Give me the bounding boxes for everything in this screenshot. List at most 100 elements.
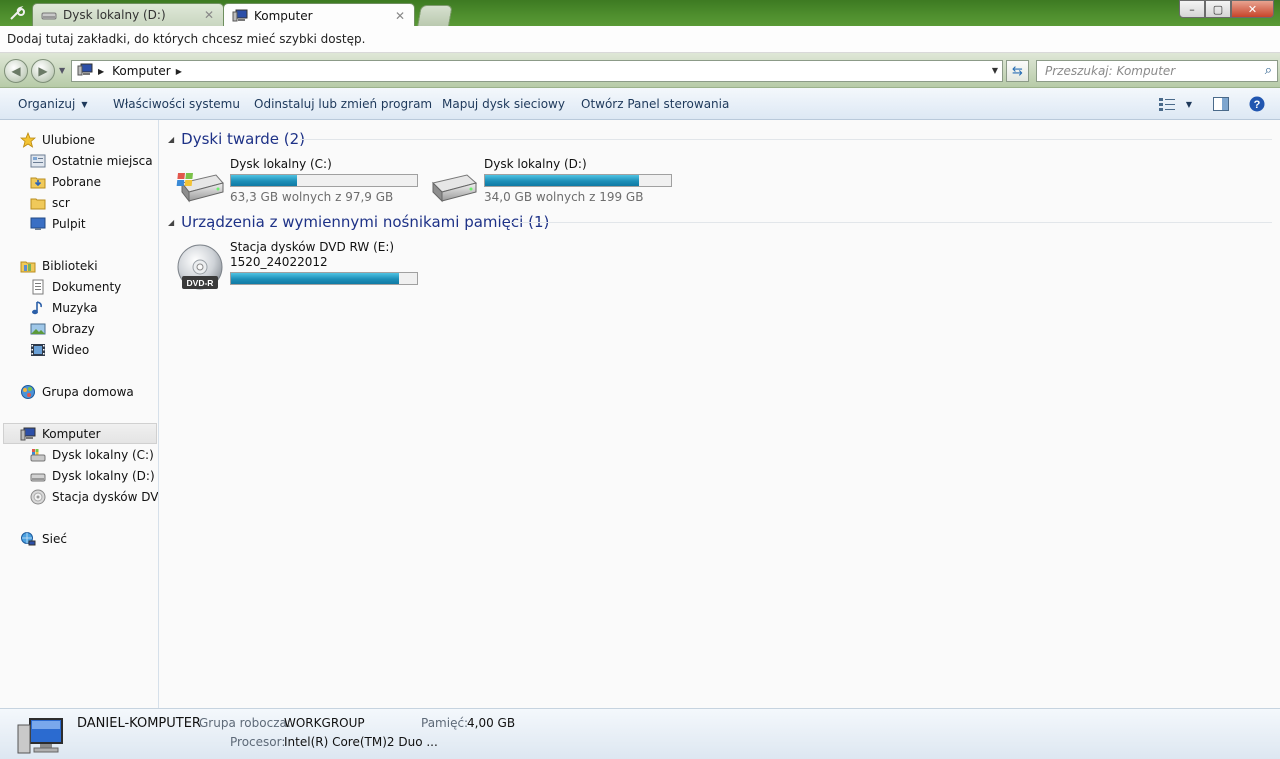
breadcrumb-arrow-icon[interactable]: ▶ xyxy=(98,67,104,76)
wrench-icon[interactable] xyxy=(4,2,30,24)
sidebar-item-label: Biblioteki xyxy=(42,258,98,273)
close-button[interactable]: ✕ xyxy=(1231,0,1274,18)
sidebar-item-label: Pulpit xyxy=(52,216,86,231)
drive-icon xyxy=(30,468,46,484)
sidebar-item-computer[interactable]: Komputer xyxy=(3,423,157,444)
drive-item-dvd[interactable]: DVD-R Stacja dysków DVD RW (E:) 1520_240… xyxy=(176,240,426,300)
back-button[interactable]: ◀ xyxy=(4,59,28,83)
collapse-icon[interactable]: ◢ xyxy=(168,218,174,227)
forward-button[interactable]: ▶ xyxy=(31,59,55,83)
drive-icon xyxy=(430,161,478,207)
sidebar-item-music[interactable]: Muzyka xyxy=(30,297,97,318)
view-options-chevron-icon[interactable]: ▼ xyxy=(1180,96,1198,112)
sidebar-item-label: Grupa domowa xyxy=(42,384,134,399)
tab-disk-d[interactable]: Dysk lokalny (D:) ✕ xyxy=(32,3,224,26)
details-pane: DANIEL-KOMPUTER Grupa robocza: WORKGROUP… xyxy=(0,708,1280,759)
group-header-hard-drives[interactable]: ◢ Dyski twarde (2) xyxy=(168,130,305,148)
drive-usage-bar xyxy=(230,272,418,285)
system-drive-icon xyxy=(176,161,224,207)
uninstall-program-button[interactable]: Odinstaluj lub zmień program xyxy=(254,97,432,111)
sidebar-item-homegroup[interactable]: Grupa domowa xyxy=(20,381,134,402)
sidebar-item-desktop[interactable]: Pulpit xyxy=(30,213,86,234)
drive-free-space: 63,3 GB wolnych z 97,9 GB xyxy=(230,190,394,204)
libraries-icon xyxy=(20,258,36,274)
sidebar-item-label: Pobrane xyxy=(52,174,102,189)
sidebar-item-network[interactable]: Sieć xyxy=(20,528,67,549)
breadcrumb-arrow-icon[interactable]: ▶ xyxy=(176,67,182,76)
sidebar-item-libraries[interactable]: Biblioteki xyxy=(20,255,98,276)
sidebar-item-label: Ulubione xyxy=(42,132,96,147)
sidebar-item-documents[interactable]: Dokumenty xyxy=(30,276,121,297)
search-placeholder: Przeszukaj: Komputer xyxy=(1045,64,1176,78)
sidebar-item-scr[interactable]: scr xyxy=(30,192,70,213)
dvd-disc-icon: DVD-R xyxy=(176,244,224,290)
sidebar-item-label: Dysk lokalny (C:) xyxy=(52,447,154,462)
new-tab-button[interactable] xyxy=(417,5,453,26)
sidebar-item-label: Stacja dysków DVD RW (E:) xyxy=(52,489,158,504)
sidebar-item-videos[interactable]: Wideo xyxy=(30,339,89,360)
sidebar-item-disk-d[interactable]: Dysk lokalny (D:) xyxy=(30,465,155,486)
group-title: Urządzenia z wymiennymi nośnikami pamięc… xyxy=(181,213,550,231)
history-dropdown-icon[interactable]: ▼ xyxy=(59,66,65,75)
refresh-button[interactable]: ⇆ xyxy=(1006,60,1029,82)
sidebar-item-dvd-drive[interactable]: Stacja dysków DVD RW (E:) xyxy=(30,486,158,507)
drive-usage-fill xyxy=(231,273,400,284)
sidebar-item-downloads[interactable]: Pobrane xyxy=(30,171,101,192)
drive-usage-fill xyxy=(231,175,297,186)
sidebar-item-label: Sieć xyxy=(42,531,67,546)
tab-komputer[interactable]: Komputer ✕ xyxy=(223,3,415,27)
navigation-bar: ◀ ▶ ▼ ▶ Komputer ▶ ▼ ⇆ Przeszukaj: Kompu… xyxy=(0,53,1280,88)
drive-item-c[interactable]: Dysk lokalny (C:) 63,3 GB wolnych z 97,9… xyxy=(176,157,426,217)
drive-name: Stacja dysków DVD RW (E:) xyxy=(230,240,395,254)
open-control-panel-button[interactable]: Otwórz Panel sterowania xyxy=(581,97,729,111)
homegroup-icon xyxy=(20,384,36,400)
maximize-button[interactable]: ▢ xyxy=(1205,0,1231,18)
sidebar-item-pictures[interactable]: Obrazy xyxy=(30,318,95,339)
system-drive-icon xyxy=(30,447,46,463)
svg-text:?: ? xyxy=(1254,99,1261,111)
command-bar: Organizuj ▼ Właściwości systemu Odinstalu… xyxy=(0,88,1280,120)
computer-icon xyxy=(16,715,64,755)
minimize-button[interactable]: – xyxy=(1179,0,1205,18)
drive-free-space: 34,0 GB wolnych z 199 GB xyxy=(484,190,644,204)
bookmarks-bar: Dodaj tutaj zakładki, do których chcesz … xyxy=(0,26,1280,53)
computer-icon xyxy=(232,9,248,23)
system-properties-button[interactable]: Właściwości systemu xyxy=(113,97,240,111)
close-tab-icon[interactable]: ✕ xyxy=(394,9,406,23)
group-divider xyxy=(300,139,1272,140)
sidebar-item-recent-places[interactable]: Ostatnie miejsca xyxy=(30,150,153,171)
recent-places-icon xyxy=(30,153,46,169)
sidebar-item-label: scr xyxy=(52,195,70,210)
cpu-value: Intel(R) Core(TM)2 Duo ... xyxy=(284,735,438,749)
group-divider xyxy=(512,222,1272,223)
drive-usage-bar xyxy=(484,174,672,187)
pictures-icon xyxy=(30,321,46,337)
address-field[interactable]: ▶ Komputer ▶ ▼ xyxy=(71,60,1003,82)
navigation-pane: Ulubione Ostatnie miejsca Pobrane scr Pu… xyxy=(0,120,159,708)
collapse-icon[interactable]: ◢ xyxy=(168,135,174,144)
map-network-drive-button[interactable]: Mapuj dysk sieciowy xyxy=(442,97,565,111)
help-icon[interactable]: ? xyxy=(1248,96,1266,112)
sidebar-item-label: Dysk lokalny (D:) xyxy=(52,468,155,483)
breadcrumb-komputer[interactable]: Komputer xyxy=(112,64,171,78)
music-icon xyxy=(30,300,46,316)
search-icon[interactable]: ⌕ xyxy=(1265,63,1272,78)
folder-icon xyxy=(30,195,46,211)
workgroup-value: WORKGROUP xyxy=(284,716,365,730)
drive-usage-bar xyxy=(230,174,418,187)
close-tab-icon[interactable]: ✕ xyxy=(203,8,215,22)
computer-icon xyxy=(20,426,36,442)
address-dropdown-icon[interactable]: ▼ xyxy=(992,66,998,75)
preview-pane-icon[interactable] xyxy=(1212,96,1230,112)
tab-label: Dysk lokalny (D:) xyxy=(63,8,166,22)
group-header-removable[interactable]: ◢ Urządzenia z wymiennymi nośnikami pami… xyxy=(168,213,549,231)
change-view-icon[interactable] xyxy=(1158,96,1176,112)
cpu-label: Procesor: xyxy=(230,735,286,749)
sidebar-item-disk-c[interactable]: Dysk lokalny (C:) xyxy=(30,444,154,465)
sidebar-item-label: Komputer xyxy=(42,426,101,441)
organize-button[interactable]: Organizuj ▼ xyxy=(18,97,87,111)
memory-value: 4,00 GB xyxy=(467,716,516,730)
sidebar-item-favorites[interactable]: Ulubione xyxy=(20,129,95,150)
search-input[interactable]: Przeszukaj: Komputer ⌕ xyxy=(1036,60,1278,82)
drive-item-d[interactable]: Dysk lokalny (D:) 34,0 GB wolnych z 199 … xyxy=(430,157,680,217)
